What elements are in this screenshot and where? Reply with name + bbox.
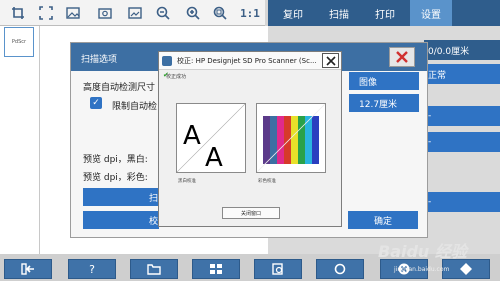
- fit-icon[interactable]: [36, 3, 56, 23]
- ok-button[interactable]: 确定: [348, 211, 418, 229]
- tab-scan[interactable]: 扫描: [318, 0, 360, 26]
- svg-text:A: A: [205, 143, 223, 172]
- calibration-close-button[interactable]: [322, 53, 339, 68]
- bw-caption: 黑白校准: [178, 179, 196, 184]
- thumbnail[interactable]: PdScr: [4, 27, 34, 57]
- tab-bar: 复印 扫描 打印 设置: [268, 0, 500, 26]
- diamond-icon: [460, 263, 472, 275]
- color-caption: 彩色校准: [258, 179, 276, 184]
- thumbnail-column: [0, 26, 40, 254]
- close-icon: [396, 51, 408, 63]
- help-button[interactable]: ?: [68, 259, 116, 279]
- scan-button[interactable]: 扫: [83, 188, 159, 206]
- image-icon[interactable]: [63, 3, 83, 23]
- calibrate-button[interactable]: 校: [83, 211, 159, 229]
- setting-value-size[interactable]: 0/0.0厘米: [424, 40, 500, 60]
- tab-copy[interactable]: 复印: [272, 0, 314, 26]
- bw-calibration-image: A A: [176, 103, 246, 173]
- dash-text: -: [428, 137, 432, 147]
- auto-detect-label: 高度自动检测尺寸: [83, 83, 156, 93]
- limit-auto-label: 限制自动检: [112, 102, 158, 112]
- watermark: Baidu 经验: [378, 242, 467, 261]
- stop-button[interactable]: [316, 259, 364, 279]
- dpi-color-label: 预览 dpi，彩色:: [83, 173, 148, 183]
- setting-value-quality[interactable]: 正常: [424, 64, 500, 84]
- limit-auto-checkbox[interactable]: ✓: [90, 97, 102, 109]
- calibration-status: 校正成功: [166, 74, 187, 80]
- svg-text:A: A: [183, 121, 201, 151]
- folder-icon: [147, 264, 161, 275]
- dialog-close-button[interactable]: [389, 47, 415, 67]
- tab-print[interactable]: 打印: [364, 0, 406, 26]
- photo-icon[interactable]: [95, 3, 115, 23]
- tab-settings[interactable]: 设置: [410, 0, 452, 26]
- setting-row-5[interactable]: -: [424, 192, 500, 212]
- close-icon: [325, 55, 336, 66]
- image-edit-icon[interactable]: [125, 3, 145, 23]
- dpi-gray-label: 预览 dpi，黑白:: [83, 155, 148, 165]
- setting-row-4[interactable]: -: [424, 132, 500, 152]
- dash-text: -: [428, 197, 432, 207]
- image-type-select[interactable]: 图像: [349, 72, 419, 90]
- watermark-url: jingyan.baidu.com: [394, 266, 450, 273]
- preview-button[interactable]: [254, 259, 302, 279]
- circle-icon: [334, 263, 346, 275]
- zoom-in-icon[interactable]: [183, 3, 203, 23]
- close-window-button[interactable]: 关闭窗口: [222, 207, 280, 219]
- zoom-1to1-button[interactable]: 1:1: [238, 3, 262, 23]
- exit-icon: [21, 263, 34, 275]
- color-calibration-image: [256, 103, 326, 173]
- toolbar: 1:1: [0, 0, 265, 26]
- scan-grid-icon: [210, 264, 222, 274]
- crop-icon[interactable]: [8, 3, 28, 23]
- zoom-fit-icon[interactable]: [210, 3, 230, 23]
- scan-grid-button[interactable]: [192, 259, 240, 279]
- exit-button[interactable]: [4, 259, 52, 279]
- app-icon: [162, 56, 172, 66]
- zoom-out-icon[interactable]: [153, 3, 173, 23]
- size-field[interactable]: 12.7厘米: [349, 94, 419, 112]
- dash-text: -: [428, 111, 432, 121]
- thumbnail-label: PdScr: [11, 39, 27, 45]
- folder-button[interactable]: [130, 259, 178, 279]
- preview-icon: [272, 263, 283, 275]
- setting-row-3[interactable]: -: [424, 106, 500, 126]
- calibration-title: 校正: HP Designjet SD Pro Scanner (Sc...: [159, 52, 341, 70]
